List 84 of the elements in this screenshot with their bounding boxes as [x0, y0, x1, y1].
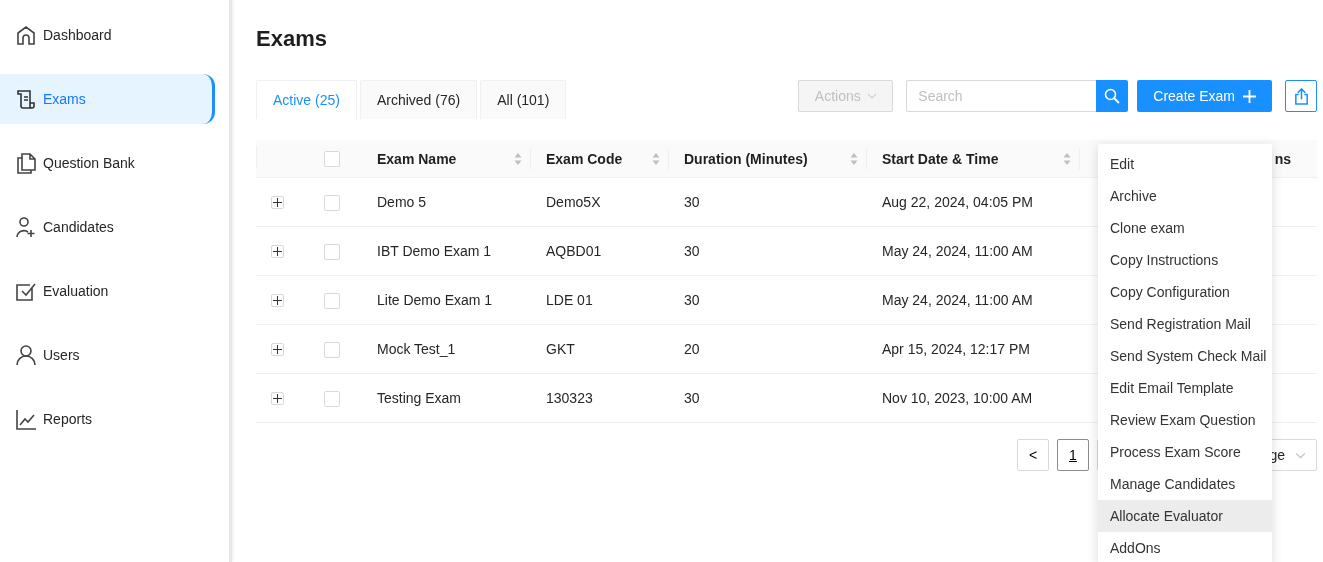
- page-title: Exams: [256, 25, 328, 53]
- pages-icon: [15, 152, 37, 174]
- plus-icon: [273, 247, 282, 256]
- table-cell: 30: [684, 292, 700, 308]
- chart-icon: [15, 408, 37, 430]
- menu-item[interactable]: Send System Check Mail: [1098, 340, 1272, 372]
- table-cell: Mock Test_1: [377, 341, 456, 357]
- expand-button[interactable]: [271, 196, 284, 209]
- caret-icon: [1295, 451, 1306, 459]
- column-header: Start Date & Time: [882, 150, 1000, 167]
- table-cell: Aug 22, 2024, 04:05 PM: [882, 194, 1033, 210]
- menu-item[interactable]: Archive: [1098, 180, 1272, 212]
- previous-page-button[interactable]: <: [1017, 439, 1049, 471]
- home-icon: [15, 24, 37, 46]
- table-cell: May 24, 2024, 11:00 AM: [882, 292, 1033, 308]
- table-cell: 30: [684, 194, 700, 210]
- table-cell: Apr 15, 2024, 12:17 PM: [882, 341, 1030, 357]
- menu-item[interactable]: Clone exam: [1098, 212, 1272, 244]
- sort-icon[interactable]: [850, 151, 858, 166]
- tab[interactable]: Archived (76): [359, 80, 478, 119]
- sort-icon[interactable]: [652, 151, 660, 166]
- table-cell: GKT: [546, 341, 575, 357]
- plus-icon: [273, 394, 282, 403]
- sidebar-item[interactable]: Candidates: [0, 202, 215, 252]
- column-header: Exam Code: [546, 150, 624, 167]
- sidebar-item[interactable]: Question Bank: [0, 138, 215, 188]
- expand-button[interactable]: [271, 392, 284, 405]
- plus-icon: [1243, 89, 1256, 103]
- sidebar-item[interactable]: Exams: [0, 74, 215, 124]
- expand-button[interactable]: [271, 245, 284, 258]
- table-cell: 30: [684, 243, 700, 259]
- menu-item[interactable]: Manage Candidates: [1098, 468, 1272, 500]
- sidebar-item[interactable]: Evaluation: [0, 266, 215, 316]
- sidebar-item[interactable]: Dashboard: [0, 10, 215, 60]
- table-cell: Demo5X: [546, 194, 601, 210]
- menu-item[interactable]: Send Registration Mail: [1098, 308, 1272, 340]
- row-checkbox[interactable]: [324, 243, 340, 260]
- menu-item[interactable]: Edit Email Template: [1098, 372, 1272, 404]
- share-icon: [1292, 87, 1310, 105]
- table-cell: IBT Demo Exam 1: [377, 243, 492, 259]
- export-button[interactable]: [1285, 80, 1317, 112]
- search-button[interactable]: [1096, 80, 1129, 112]
- menu-item[interactable]: Process Exam Score: [1098, 436, 1272, 468]
- menu-item[interactable]: Allocate Evaluator: [1098, 500, 1272, 532]
- page-button[interactable]: 1: [1057, 439, 1089, 471]
- table-cell: 20: [684, 341, 700, 357]
- table-cell: AQBD01: [546, 243, 602, 259]
- expand-button[interactable]: [271, 343, 284, 356]
- table-cell: Demo 5: [377, 194, 427, 210]
- search-field[interactable]: Search: [906, 80, 1097, 112]
- table-cell: Lite Demo Exam 1: [377, 292, 493, 308]
- caret-icon: [866, 93, 877, 99]
- row-checkbox[interactable]: [324, 292, 340, 309]
- row-checkbox[interactable]: [324, 390, 340, 407]
- sidebar-item[interactable]: Reports: [0, 394, 215, 444]
- menu-item[interactable]: Copy Configuration: [1098, 276, 1272, 308]
- row-checkbox[interactable]: [324, 194, 340, 211]
- table-cell: Testing Exam: [377, 390, 462, 406]
- row-checkbox[interactable]: [324, 341, 340, 358]
- column-header: Exam Name: [377, 150, 458, 167]
- table-cell: 130323: [546, 390, 593, 406]
- plus-icon: [273, 345, 282, 354]
- plus-icon: [273, 296, 282, 305]
- table-cell: 30: [684, 390, 700, 406]
- column-header: Duration (Minutes): [684, 150, 809, 167]
- table-cell: Nov 10, 2023, 10:00 AM: [882, 390, 1033, 406]
- menu-item[interactable]: Copy Instructions: [1098, 244, 1272, 276]
- sort-icon[interactable]: [1063, 151, 1071, 166]
- user-plus-icon: [15, 216, 37, 238]
- user-icon: [15, 344, 37, 366]
- table-cell: May 24, 2024, 11:00 AM: [882, 243, 1033, 259]
- scroll-icon: [15, 88, 37, 110]
- menu-item[interactable]: AddOns: [1098, 532, 1272, 562]
- menu-item[interactable]: Edit: [1098, 148, 1272, 180]
- plus-icon: [273, 198, 282, 207]
- expand-button[interactable]: [271, 294, 284, 307]
- column-header: ns: [1274, 150, 1291, 167]
- sort-icon[interactable]: [514, 151, 522, 166]
- select-all-checkbox[interactable]: [324, 151, 340, 168]
- tab[interactable]: All (101): [480, 80, 567, 119]
- search-icon: [1104, 88, 1121, 104]
- menu-item[interactable]: Review Exam Question: [1098, 404, 1272, 436]
- table-cell: LDE 01: [546, 292, 593, 308]
- sidebar-item[interactable]: Users: [0, 330, 215, 380]
